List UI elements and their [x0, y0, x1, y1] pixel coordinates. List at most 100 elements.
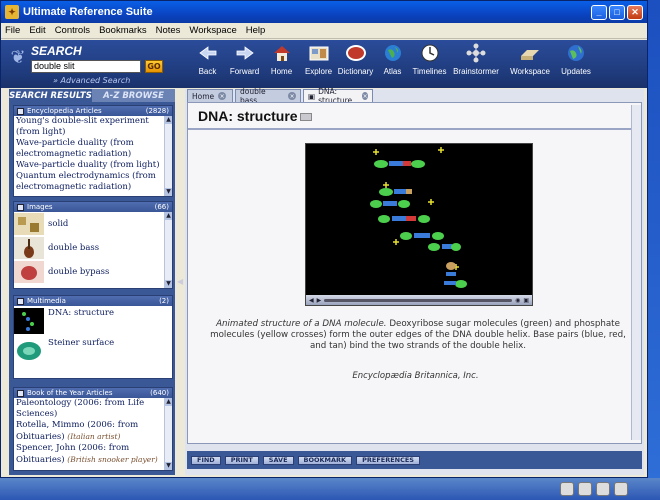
- bookmark-button[interactable]: BOOKMARK: [297, 455, 353, 465]
- tab-dna-structure[interactable]: ▣ DNA: structure ×: [303, 87, 373, 105]
- explore-icon: [308, 42, 330, 64]
- tray-icon[interactable]: [578, 482, 592, 496]
- list-item[interactable]: double bypass: [14, 260, 172, 284]
- toolbar-buttons: Back Forward Home Explore Dictionary Atl…: [189, 42, 596, 76]
- collapse-icon[interactable]: [17, 297, 24, 305]
- list-item[interactable]: Wave-particle duality (from electromagne…: [14, 138, 172, 160]
- scrollbar[interactable]: ▲ ▼: [164, 116, 172, 196]
- scroll-up-icon[interactable]: ▲: [165, 212, 172, 220]
- list-item[interactable]: Rotella, Mimmo (2006: from Obituaries) (…: [14, 420, 172, 443]
- collapse-sidebar-icon[interactable]: ◀: [177, 277, 184, 287]
- print-button[interactable]: PRINT: [224, 455, 259, 465]
- menu-notes[interactable]: Notes: [156, 25, 181, 36]
- menu-bar: File Edit Controls Bookmarks Notes Works…: [1, 23, 647, 39]
- video-player[interactable]: ◀ ▶ ◉ ▣: [305, 143, 533, 306]
- list-item[interactable]: Wave-particle duality (from light): [14, 160, 172, 171]
- sidebar-tabs: SEARCH RESULTS A-Z BROWSE: [9, 89, 175, 102]
- video-controls: ◀ ▶ ◉ ▣: [306, 295, 532, 305]
- menu-edit[interactable]: Edit: [29, 25, 45, 36]
- list-item[interactable]: Steiner surface: [14, 336, 172, 366]
- save-button[interactable]: SAVE: [262, 455, 294, 465]
- close-tab-icon[interactable]: ×: [362, 92, 368, 100]
- menu-file[interactable]: File: [5, 25, 20, 36]
- go-button[interactable]: GO: [145, 60, 163, 73]
- action-bar: FIND PRINT SAVE BOOKMARK PREFERENCES: [187, 451, 642, 469]
- play-icon[interactable]: ◀: [309, 297, 314, 304]
- panel-header[interactable]: Images (66): [14, 202, 172, 212]
- find-button[interactable]: FIND: [191, 455, 221, 465]
- book-of-year-panel: Book of the Year Articles (640) Paleonto…: [13, 387, 173, 471]
- fullscreen-icon[interactable]: ▣: [523, 297, 529, 304]
- system-tray: [560, 482, 660, 500]
- credit: Encyclopædia Britannica, Inc.: [352, 371, 479, 381]
- seek-bar[interactable]: [324, 298, 513, 302]
- page-title: DNA: structure: [198, 108, 298, 124]
- document-tabs: Home × double bass × ▣ DNA: structure ×: [185, 87, 644, 105]
- workspace-button[interactable]: Workspace: [504, 42, 556, 76]
- panel-body: solid double bass double bypass ▲ ▼: [14, 212, 172, 288]
- forward-arrow-icon: [234, 42, 256, 64]
- tray-icon[interactable]: [596, 482, 610, 496]
- explore-button[interactable]: Explore: [300, 42, 337, 76]
- brainstormer-button[interactable]: Brainstormer: [448, 42, 504, 76]
- minimize-button[interactable]: _: [591, 4, 607, 20]
- close-tab-icon[interactable]: ×: [288, 92, 296, 100]
- app-window: ✦ Ultimate Reference Suite _ □ ✕ File Ed…: [0, 0, 648, 478]
- scroll-up-icon[interactable]: ▲: [165, 116, 172, 124]
- collapse-icon[interactable]: [17, 107, 24, 115]
- updates-button[interactable]: Updates: [556, 42, 596, 76]
- encyclopedia-panel: Encyclopedia Articles (2828) Young's dou…: [13, 105, 173, 197]
- list-item[interactable]: DNA: structure: [14, 306, 172, 336]
- list-item[interactable]: Paleontology (2006: from Life Sciences): [14, 398, 172, 420]
- scroll-up-icon[interactable]: ▲: [165, 398, 172, 406]
- tray-icon[interactable]: [560, 482, 574, 496]
- collapse-icon[interactable]: [17, 389, 24, 397]
- close-button[interactable]: ✕: [627, 4, 643, 20]
- list-item[interactable]: Young's double-slit experiment (from lig…: [14, 116, 172, 138]
- article-content: DNA: structure ◀ ▶ ◉ ▣ Animated structur…: [187, 102, 642, 444]
- scrollbar[interactable]: ▲ ▼: [164, 212, 172, 288]
- preferences-button[interactable]: PREFERENCES: [356, 455, 420, 465]
- tab-home[interactable]: Home ×: [187, 89, 233, 102]
- list-item[interactable]: solid: [14, 212, 172, 236]
- home-button[interactable]: Home: [263, 42, 300, 76]
- back-button[interactable]: Back: [189, 42, 226, 76]
- scroll-down-icon[interactable]: ▼: [165, 280, 172, 288]
- maximize-button[interactable]: □: [609, 4, 625, 20]
- scroll-down-icon[interactable]: ▼: [165, 188, 172, 196]
- advanced-search-link[interactable]: » Advanced Search: [53, 76, 130, 85]
- atlas-button[interactable]: Atlas: [374, 42, 411, 76]
- close-tab-icon[interactable]: ×: [218, 92, 227, 100]
- menu-bookmarks[interactable]: Bookmarks: [99, 25, 147, 36]
- globe-icon: [382, 42, 404, 64]
- menu-controls[interactable]: Controls: [55, 25, 90, 36]
- scrollbar[interactable]: ▲ ▼: [164, 398, 172, 470]
- scroll-down-icon[interactable]: ▼: [165, 462, 172, 470]
- panel-body: DNA: structure Steiner surface: [14, 306, 172, 378]
- panel-header[interactable]: Encyclopedia Articles (2828): [14, 106, 172, 116]
- menu-workspace[interactable]: Workspace: [189, 25, 236, 36]
- list-item[interactable]: Quantum electrodynamics (from electromag…: [14, 171, 172, 193]
- timelines-button[interactable]: Timelines: [411, 42, 448, 76]
- collapse-icon[interactable]: [17, 203, 24, 211]
- pause-icon[interactable]: ▶: [317, 297, 322, 304]
- panel-header[interactable]: Book of the Year Articles (640): [14, 388, 172, 398]
- toolbar: ❦ SEARCH double slit GO » Advanced Searc…: [1, 40, 647, 88]
- tab-double-bass[interactable]: double bass ×: [235, 87, 301, 105]
- list-item[interactable]: double bass: [14, 236, 172, 260]
- panel-body: Young's double-slit experiment (from lig…: [14, 116, 172, 196]
- search-input[interactable]: double slit: [31, 60, 141, 73]
- dictionary-button[interactable]: Dictionary: [337, 42, 374, 76]
- media-type-icon: [300, 113, 312, 121]
- tab-a-z-browse[interactable]: A-Z BROWSE: [92, 89, 175, 102]
- panel-header[interactable]: Multimedia (2): [14, 296, 172, 306]
- volume-icon[interactable]: ◉: [515, 297, 520, 304]
- list-item[interactable]: Spencer, John (2006: from Obituaries) (B…: [14, 443, 172, 466]
- sidebar: SEARCH RESULTS A-Z BROWSE Encyclopedia A…: [9, 89, 175, 475]
- tab-search-results[interactable]: SEARCH RESULTS: [9, 89, 92, 102]
- multimedia-panel: Multimedia (2) DNA: structure Steiner su…: [13, 295, 173, 379]
- main-scrollbar[interactable]: [631, 105, 641, 440]
- forward-button[interactable]: Forward: [226, 42, 263, 76]
- menu-help[interactable]: Help: [246, 25, 266, 36]
- tray-icon[interactable]: [614, 482, 628, 496]
